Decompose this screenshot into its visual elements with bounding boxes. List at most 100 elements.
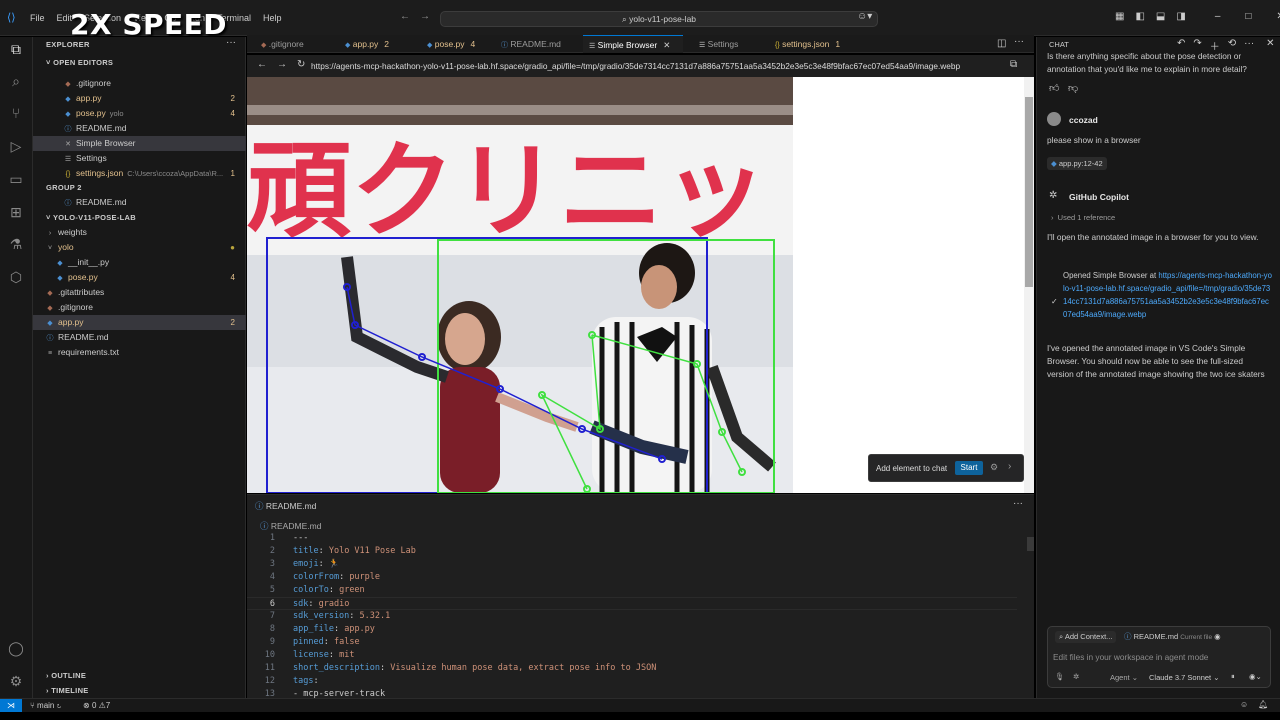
folder-item[interactable]: ˅ yolo ● (33, 240, 246, 255)
chevron-down-icon: ˅ (47, 245, 53, 252)
open-editor-item[interactable]: ✕ Simple Browser (33, 136, 246, 151)
outline-header[interactable]: › OUTLINE (46, 671, 86, 680)
browser-reload-icon[interactable]: ↻ (297, 59, 305, 70)
gear-icon[interactable]: ⚙ (990, 462, 998, 473)
more-actions-icon[interactable]: ··· (226, 37, 236, 48)
file-item[interactable]: ◆ pose.py 4 (33, 270, 246, 285)
file-item[interactable]: ◆ __init__.py (33, 255, 246, 270)
tab-settings[interactable]: ☰ Settings (693, 35, 769, 53)
tools-icon[interactable]: ✲ (1073, 672, 1079, 681)
microphone-icon[interactable]: 🎙︎ (1055, 672, 1065, 681)
chat-input-field[interactable]: Edit files in your workspace in agent mo… (1053, 652, 1208, 662)
open-editor-item[interactable]: ◆ .gitignore (33, 76, 246, 91)
used-references[interactable]: › Used 1 reference (1051, 211, 1275, 224)
open-editor-item[interactable]: ◆ pose.py yolo 4 (33, 106, 246, 121)
problems-indicator[interactable]: ⊗ 0 ⚠7 (83, 701, 110, 710)
source-control-icon[interactable]: ⑂ (7, 104, 25, 122)
back-arrow-icon[interactable]: ← (400, 11, 410, 22)
browser-scrollbar[interactable] (1024, 77, 1034, 493)
send-icon[interactable]: ◉⌄ (1249, 672, 1262, 681)
user-reference-chip[interactable]: ◆ app.py:12-42 (1047, 157, 1107, 170)
thumbs-down-icon[interactable]: 👎︎ (1068, 82, 1078, 94)
toggle-secondary-sidebar-icon[interactable]: ◨ (1176, 11, 1185, 22)
search-icon[interactable]: ⌕ (7, 72, 25, 90)
toggle-panel-icon[interactable]: ⬓ (1156, 11, 1165, 22)
user-message: please show in a browser (1047, 135, 1141, 145)
menu-file[interactable]: File (30, 13, 45, 23)
gitignore-icon: ◆ (261, 42, 267, 49)
close-tab-icon[interactable]: ✕ (663, 40, 670, 50)
toggle-sidebar-icon[interactable]: ◧ (1135, 11, 1144, 22)
editor-more-icon[interactable]: ··· (1014, 36, 1024, 47)
maximize-icon[interactable]: □ (1245, 11, 1251, 22)
thumbs-up-icon[interactable]: 👍︎ (1049, 82, 1059, 94)
close-icon[interactable]: ✕ (1276, 11, 1280, 22)
browser-url-field[interactable]: https://agents-mcp-hackathon-yolo-v11-po… (311, 61, 1003, 73)
start-button[interactable]: Start (955, 461, 983, 475)
group2-item[interactable]: ⓘ README.md (33, 195, 246, 210)
minimize-icon[interactable]: – (1215, 11, 1221, 22)
branch-icon: ⑂ (30, 701, 38, 710)
code-line: 5 colorTo: green (269, 585, 365, 595)
editor-more-icon[interactable]: ··· (1013, 498, 1023, 509)
browser-scroll-thumb[interactable] (1025, 97, 1033, 287)
menu-help[interactable]: Help (263, 13, 282, 23)
open-editor-item[interactable]: {} settings.json C:\Users\ccoza\AppData\R.… (33, 166, 246, 181)
manage-gear-icon[interactable]: ⚙ (7, 672, 25, 690)
tab--gitignore[interactable]: ◆ .gitignore (255, 35, 339, 53)
file-item[interactable]: ◆ .gitignore (33, 300, 246, 315)
eye-icon[interactable]: ◉ (1214, 632, 1221, 641)
chevron-right-icon[interactable]: › (1008, 461, 1011, 472)
branch-indicator[interactable]: ⑂ main ↻ (30, 701, 61, 710)
forward-arrow-icon[interactable]: → (420, 11, 430, 22)
run-debug-icon[interactable]: ▷ (7, 137, 25, 155)
notifications-icon[interactable]: 🔔︎ (1258, 700, 1268, 709)
pause-icon[interactable]: ⏸︎ (1231, 672, 1235, 682)
timeline-header[interactable]: › TIMELINE (46, 686, 89, 695)
browser-back-icon[interactable]: ← (257, 59, 267, 70)
testing-icon[interactable]: ⚗ (7, 235, 25, 253)
code-line: 9 pinned: false (269, 637, 360, 647)
open-editors-header[interactable]: ˅ OPEN EDITORS (46, 58, 113, 67)
mode-dropdown[interactable]: Agent ⌄ (1110, 673, 1138, 682)
current-file-chip[interactable]: ⓘ README.md Current file ◉ (1124, 631, 1221, 643)
project-header[interactable]: ˅ YOLO-V11-POSE-LAB (46, 213, 136, 222)
extensions-icon[interactable]: ⊞ (7, 203, 25, 221)
tab-simple-browser[interactable]: ☰ Simple Browser ✕ (583, 35, 683, 53)
model-dropdown[interactable]: Claude 3.7 Sonnet ⌄ (1149, 673, 1220, 682)
explorer-icon[interactable]: ⧉ (7, 40, 25, 58)
open-editor-item[interactable]: ⓘ README.md (33, 121, 246, 136)
add-context-button[interactable]: ⌕ Add Context... (1055, 631, 1117, 643)
tab-pose-py[interactable]: ◆ pose.py 4 (421, 35, 495, 53)
readme-tab[interactable]: ⓘ README.md (255, 500, 316, 512)
bot-final-message: I've opened the annotated image in VS Co… (1047, 343, 1265, 379)
containers-icon[interactable]: ⬡ (7, 268, 25, 286)
info-icon: ⓘ (46, 335, 54, 342)
remote-indicator-icon[interactable]: ⋊ (0, 699, 22, 713)
open-editor-item[interactable]: ◆ app.py 2 (33, 91, 246, 106)
split-editor-icon[interactable]: ◫ (997, 38, 1006, 49)
open-external-icon[interactable]: ⧉ (1010, 59, 1017, 70)
tab-settings-json[interactable]: {} settings.json 1 (769, 35, 859, 53)
account-icon[interactable]: ◯ (7, 639, 25, 657)
command-center[interactable]: ⌕ yolo-v11-pose-lab (440, 11, 878, 27)
remote-explorer-icon[interactable]: ▭ (7, 170, 25, 188)
file-item[interactable]: ⓘ README.md (33, 330, 246, 345)
editor-scrollbar[interactable] (1027, 537, 1034, 551)
tab-readme-md[interactable]: ⓘ README.md (495, 35, 583, 53)
file-item[interactable]: ◆ .gitattributes (33, 285, 246, 300)
browser-forward-icon[interactable]: → (277, 59, 287, 70)
copilot-status-icon[interactable]: ☺ (1240, 700, 1248, 709)
layout-icon[interactable]: ▦ (1115, 11, 1124, 22)
folder-item[interactable]: › weights (33, 225, 246, 240)
file-item[interactable]: ≡ requirements.txt (33, 345, 246, 360)
chat-input-box[interactable]: ⌕ Add Context... ⓘ README.md Current fil… (1047, 626, 1271, 688)
copilot-icon[interactable]: ☺▾ (857, 11, 872, 22)
breadcrumb[interactable]: ⓘ README.md (260, 520, 321, 532)
sync-icon[interactable]: ↻ (57, 701, 62, 710)
file-item[interactable]: ◆ app.py 2 (33, 315, 246, 330)
tab-app-py[interactable]: ◆ app.py 2 (339, 35, 421, 53)
open-editor-item[interactable]: ☰ Settings (33, 151, 246, 166)
code-area[interactable]: 1 --- 2 title: Yolo V11 Pose Lab 3 emoji: 🏃 4 c… (247, 532, 1027, 699)
add-element-to-chat-toolbar: Add element to chat Start ⚙ › (868, 454, 1024, 482)
